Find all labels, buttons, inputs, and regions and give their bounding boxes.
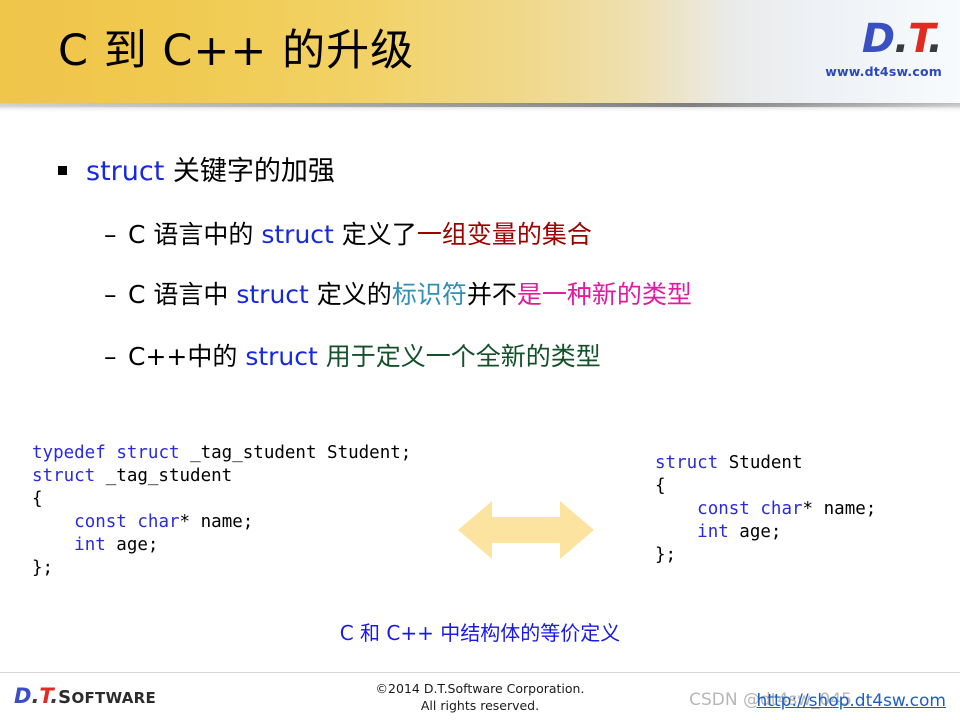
footer-copyright: ©2014 D.T.Software Corporation. All righ… (330, 680, 630, 714)
code-text: _tag_student (95, 466, 233, 486)
code-text: }; (655, 545, 677, 565)
footer-copyright-line2: All rights reserved. (420, 698, 540, 713)
bullet-dash-icon: – (104, 342, 117, 371)
code-text: * name; (802, 499, 877, 519)
code-keyword: const (697, 499, 750, 519)
code-keyword: char (137, 512, 180, 532)
bullet-level2-3: – C++中的 struct 用于定义一个全新的类型 (104, 340, 601, 374)
bullet-level2-1-mid: 定义了 (333, 220, 417, 249)
bullet-level2-2-keyword: struct (236, 280, 309, 309)
footer-logo-word-cap: S (58, 687, 72, 708)
code-text: age; (105, 535, 159, 555)
header-shadow-sheen (0, 103, 960, 107)
bullet-level2-1-pre: C 语言中的 (128, 220, 262, 249)
code-block-c: typedef struct _tag_student Student; str… (32, 442, 411, 580)
brand-logo-dot-2: . (927, 16, 943, 62)
slide-content: struct 关键字的加强 – C 语言中的 struct 定义了一组变量的集合 … (0, 112, 960, 672)
footer-logo-word: SOFTWARE (58, 687, 157, 708)
bullet-level2-3-mid (318, 342, 326, 371)
brand-logo-letter-d: D (861, 16, 895, 62)
bullet-level2-2-accent: 标识符 (391, 280, 467, 309)
bullet-level2-1-keyword: struct (261, 220, 334, 249)
footer-copyright-line1: ©2014 D.T.Software Corporation. (375, 681, 585, 696)
page-title: C 到 C++ 的升级 (58, 26, 415, 76)
code-text: { (655, 476, 666, 496)
footer-logo-letter-t: T (39, 684, 51, 708)
code-keyword: int (697, 522, 729, 542)
code-text: * name; (179, 512, 254, 532)
bullet-level2-2: – C 语言中 struct 定义的标识符并不是一种新的类型 (104, 278, 692, 312)
brand-logo-url: www.dt4sw.com (825, 64, 942, 79)
code-keyword: const (74, 512, 127, 532)
code-text: _tag_student Student; (179, 443, 412, 463)
bullet-dash-icon: – (104, 280, 117, 309)
code-keyword: struct (116, 443, 180, 463)
brand-logo-dot-1: . (894, 16, 909, 62)
bullet-square-icon (58, 166, 67, 175)
bullet-level2-3-highlight: 用于定义一个全新的类型 (325, 342, 601, 371)
footer-divider (0, 672, 960, 673)
bullet-dash-icon: – (104, 220, 117, 249)
bullet-level2-1-highlight: 一组变量的集合 (416, 220, 592, 249)
footer-brand-logo: D.T.SOFTWARE (14, 684, 156, 708)
double-arrow-icon (458, 500, 594, 560)
code-keyword: typedef (32, 443, 106, 463)
bullet-level1: struct 关键字的加强 (58, 154, 335, 190)
bullet-level2-2-mid: 定义的 (308, 280, 392, 309)
code-caption: C 和 C++ 中结构体的等价定义 (339, 621, 621, 645)
code-keyword: char (760, 499, 803, 519)
brand-logo: D.T. www.dt4sw.com (792, 16, 943, 94)
bullet-level2-2-highlight: 是一种新的类型 (516, 280, 692, 309)
bullet-level1-keyword: struct (86, 156, 165, 187)
bullet-level2-1: – C 语言中的 struct 定义了一组变量的集合 (104, 218, 592, 252)
bullet-level2-2-pre: C 语言中 (128, 280, 237, 309)
bullet-level2-2-mid2: 并不 (466, 280, 517, 309)
bullet-level2-3-keyword: struct (245, 342, 318, 371)
footer-logo-dot-2: . (50, 684, 59, 708)
footer-logo-word-rest: OFTWARE (71, 689, 157, 707)
bullet-level2-3-pre: C++中的 (128, 342, 246, 371)
code-text: age; (728, 522, 782, 542)
shop-link[interactable]: http://shop.dt4sw.com (757, 691, 947, 711)
brand-logo-letter-t: T (908, 16, 928, 62)
code-keyword: struct (655, 453, 719, 473)
brand-logo-mark: D.T. (792, 16, 943, 62)
code-keyword: int (74, 535, 106, 555)
bullet-level1-text: 关键字的加强 (164, 156, 335, 187)
code-block-cpp: struct Student { const char* name; int a… (655, 452, 876, 567)
footer-logo-letter-d: D (14, 684, 32, 708)
code-text: Student (718, 453, 803, 473)
code-keyword: struct (32, 466, 96, 486)
code-text: }; (32, 558, 54, 578)
code-text: { (32, 489, 43, 509)
